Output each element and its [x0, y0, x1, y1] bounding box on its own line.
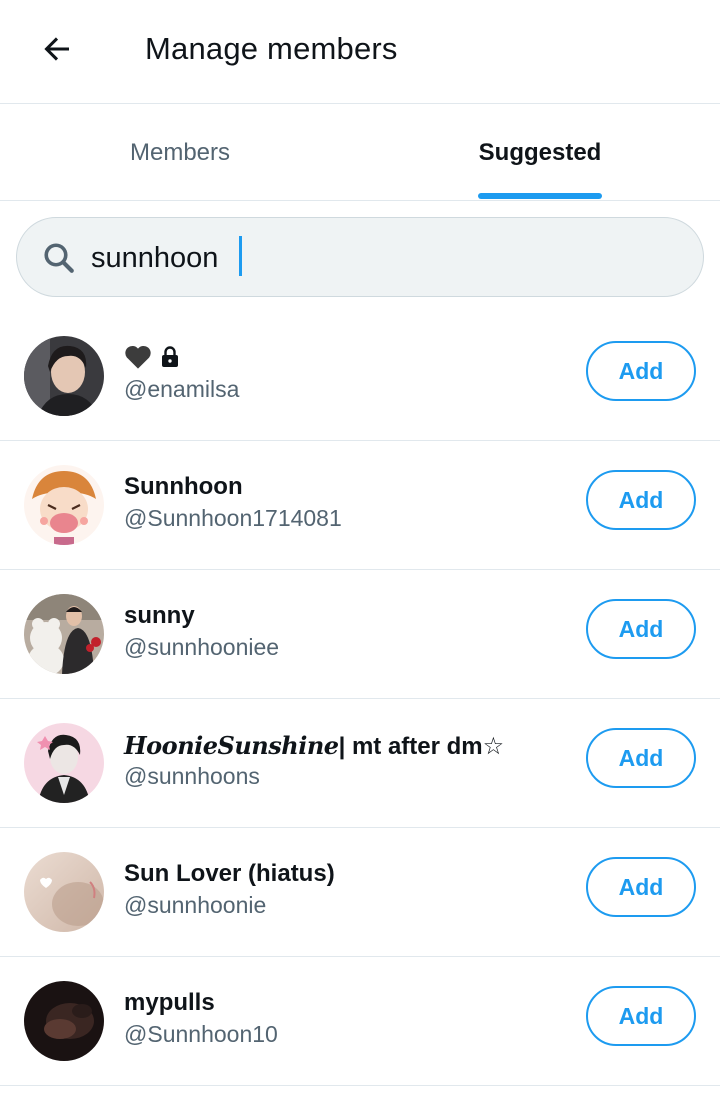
app-header: Manage members — [0, 0, 720, 104]
add-button[interactable]: Add — [586, 470, 696, 530]
display-name-script: HoonieSunshine — [124, 731, 339, 760]
display-name-text: | mt after dm☆ — [338, 733, 505, 760]
search-input[interactable] — [91, 236, 651, 280]
arrow-left-icon — [44, 37, 69, 61]
black-heart-icon — [125, 345, 151, 369]
avatar — [24, 336, 104, 416]
user-row[interactable]: Sun Lover (hiatus) @sunnhoonie Add — [0, 828, 720, 957]
avatar — [24, 723, 104, 803]
user-handle: @enamilsa — [124, 376, 240, 402]
lock-icon — [162, 346, 178, 367]
avatar — [24, 465, 104, 545]
user-handle: @sunnhooniee — [124, 634, 280, 660]
display-name: Sun Lover (hiatus) — [124, 860, 335, 887]
user-row[interactable]: Sunnhoon @Sunnhoon1714081 Add — [0, 441, 720, 570]
user-handle: @sunnhoonie — [124, 892, 267, 918]
add-button[interactable]: Add — [586, 857, 696, 917]
user-handle: @sunnhoons — [124, 763, 260, 789]
avatar — [24, 594, 104, 674]
avatar — [24, 852, 104, 932]
search-icon — [44, 243, 74, 273]
user-row[interactable]: sunny @sunnhooniee Add — [0, 570, 720, 699]
avatar — [24, 981, 104, 1061]
display-name: sunny — [124, 602, 195, 629]
user-handle: @Sunnhoon10 — [124, 1021, 278, 1047]
user-handle: @Sunnhoon1714081 — [124, 505, 342, 531]
search-bar[interactable] — [16, 217, 704, 297]
active-tab-indicator — [478, 193, 602, 199]
display-name — [124, 344, 180, 370]
user-row[interactable]: @enamilsa Add — [0, 312, 720, 441]
tab-suggested[interactable]: Suggested — [360, 105, 720, 201]
add-button[interactable]: Add — [586, 728, 696, 788]
display-name: Sunnhoon — [124, 473, 243, 500]
user-row[interactable]: HoonieSunshine| mt after dm☆ @sunnhoons … — [0, 699, 720, 828]
add-button[interactable]: Add — [586, 599, 696, 659]
tab-members[interactable]: Members — [0, 105, 360, 201]
tab-bar: Members Suggested — [0, 105, 720, 201]
add-button[interactable]: Add — [586, 341, 696, 401]
display-name: HoonieSunshine| mt after dm☆ — [124, 731, 504, 761]
page-title: Manage members — [145, 31, 398, 66]
display-name: mypulls — [124, 989, 215, 1016]
back-button[interactable] — [34, 26, 80, 72]
user-row[interactable]: mypulls @Sunnhoon10 Add — [0, 957, 720, 1086]
text-cursor — [239, 236, 242, 276]
add-button[interactable]: Add — [586, 986, 696, 1046]
